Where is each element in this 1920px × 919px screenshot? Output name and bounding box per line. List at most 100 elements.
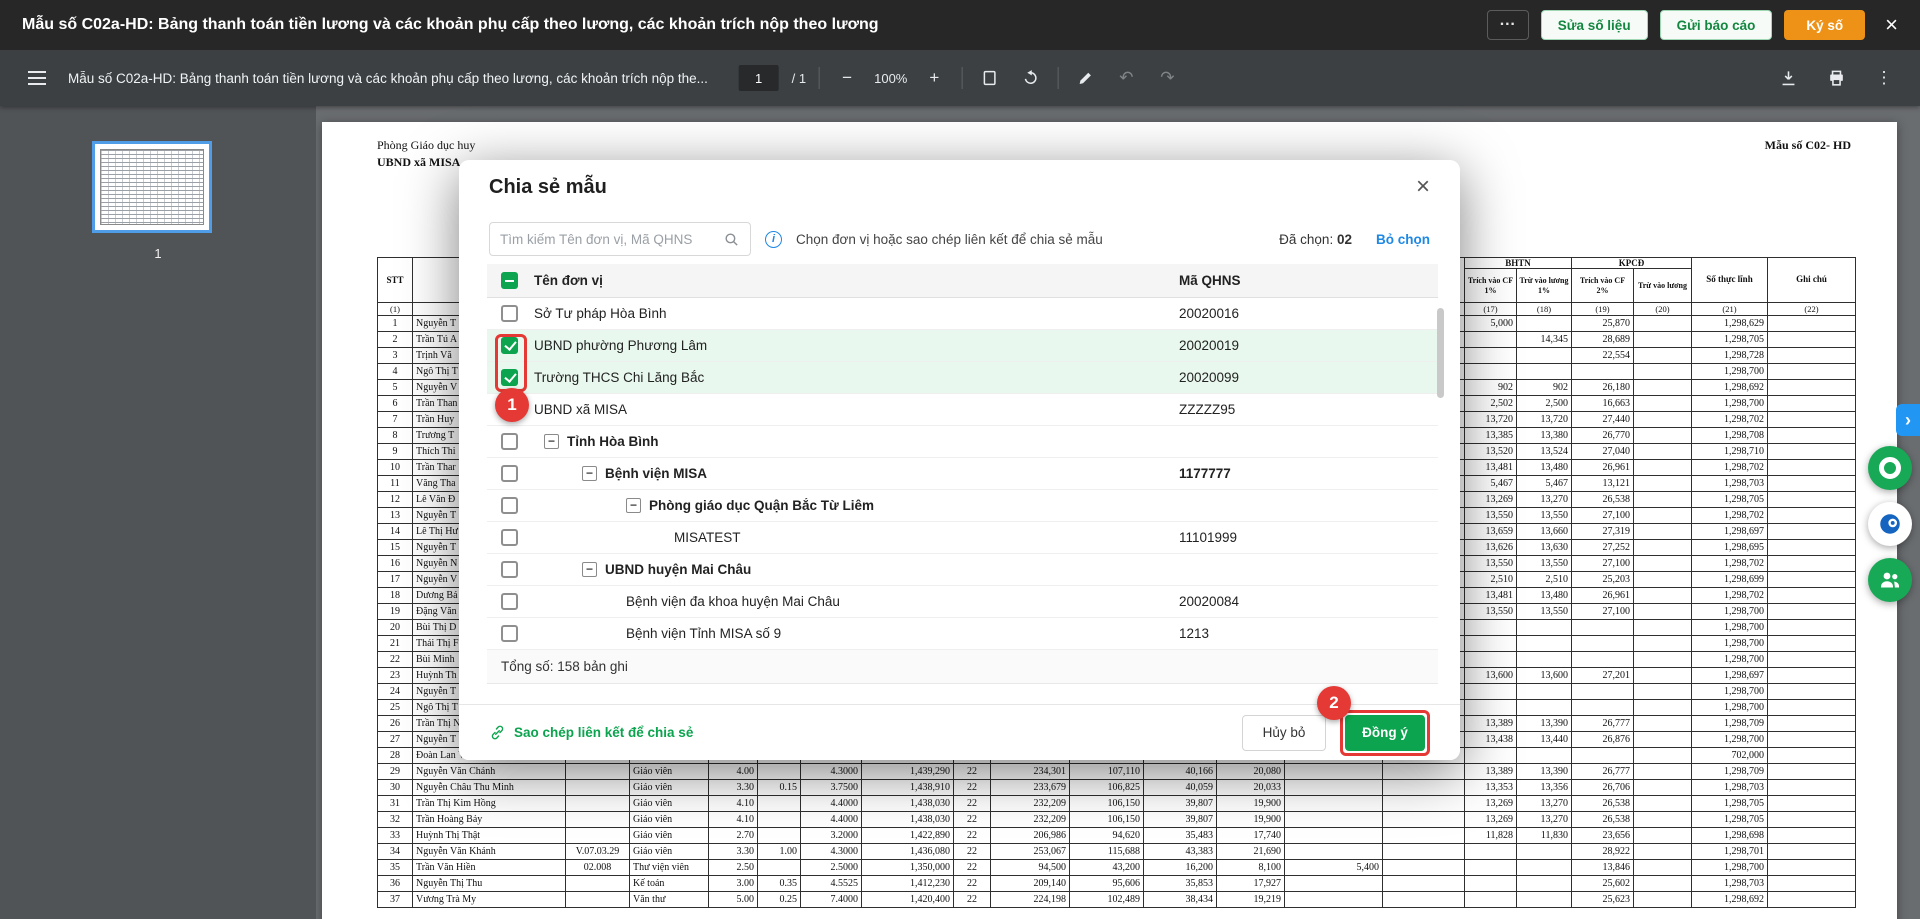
send-report-button[interactable]: Gửi báo cáo <box>1660 10 1773 40</box>
doc-cell: 27,440 <box>1572 412 1634 428</box>
more-options-button[interactable]: ··· <box>1487 10 1529 40</box>
doc-cell: Huỳnh Thị Thật <box>413 828 566 844</box>
checkbox-unchecked[interactable] <box>501 305 518 322</box>
download-icon <box>1779 69 1798 88</box>
digital-sign-button[interactable]: Ký số <box>1784 10 1865 40</box>
doc-cell <box>1768 716 1856 732</box>
doc-cell: 37 <box>378 892 413 908</box>
unit-row[interactable]: Bệnh viện Tỉnh MISA số 91213 <box>487 618 1438 650</box>
panel-toggle-tab[interactable]: › <box>1896 404 1920 436</box>
doc-cell <box>758 812 801 828</box>
checkbox-unchecked[interactable] <box>501 497 518 514</box>
unit-code: 20020016 <box>1179 306 1424 321</box>
checkbox-checked[interactable] <box>501 337 518 354</box>
print-button[interactable] <box>1822 64 1850 92</box>
collapse-toggle-icon[interactable]: − <box>544 434 559 449</box>
annotate-button[interactable] <box>1071 64 1099 92</box>
doc-cell: 35,483 <box>1144 828 1217 844</box>
doc-cell: Trần Thị Kim Hồng <box>413 796 566 812</box>
doc-cell: 902 <box>1465 380 1517 396</box>
undo-button[interactable]: ↶ <box>1112 64 1140 92</box>
doc-cell: 13 <box>378 508 413 524</box>
doc-cell: 902 <box>1517 380 1572 396</box>
doc-cell <box>1634 860 1692 876</box>
collapse-toggle-icon[interactable]: − <box>582 466 597 481</box>
close-icon[interactable]: × <box>1885 14 1898 36</box>
checkbox-unchecked[interactable] <box>501 529 518 546</box>
doc-cell <box>1634 828 1692 844</box>
search-input[interactable] <box>500 232 723 247</box>
unit-name: −Phòng giáo dục Quận Bắc Từ Liêm <box>534 498 1179 513</box>
document-org-line2: UBND xã MISA <box>377 155 460 170</box>
chat-widget-button[interactable] <box>1868 502 1912 546</box>
copy-share-link[interactable]: Sao chép liên kết để chia sẻ <box>489 724 693 741</box>
checkbox-unchecked[interactable] <box>501 433 518 450</box>
share-template-modal: Chia sẻ mẫu × i Chọn đơn vị hoặc sao ché… <box>459 160 1460 760</box>
menu-icon[interactable] <box>22 63 52 93</box>
checkbox-checked[interactable] <box>501 369 518 386</box>
copy-share-link-label: Sao chép liên kết để chia sẻ <box>514 725 693 740</box>
checkbox-unchecked[interactable] <box>501 561 518 578</box>
deselect-link[interactable]: Bỏ chọn <box>1376 232 1430 247</box>
doc-cell <box>1285 828 1383 844</box>
doc-cell <box>1465 636 1517 652</box>
doc-cell: Vương Trà My <box>413 892 566 908</box>
checkbox-unchecked[interactable] <box>501 593 518 610</box>
doc-cell: 2.50 <box>709 860 758 876</box>
doc-cell <box>1517 700 1572 716</box>
doc-cell: 26,538 <box>1572 796 1634 812</box>
collapse-toggle-icon[interactable]: − <box>626 498 641 513</box>
page-number-input[interactable]: 1 <box>739 65 779 91</box>
doc-cell <box>1634 636 1692 652</box>
doc-cell <box>1634 620 1692 636</box>
confirm-button[interactable]: Đồng ý <box>1345 715 1425 751</box>
unit-row[interactable]: −Bệnh viện MISA1177777 <box>487 458 1438 490</box>
redo-button[interactable]: ↷ <box>1153 64 1181 92</box>
select-all-checkbox[interactable] <box>501 272 518 289</box>
doc-cell: 13,385 <box>1465 428 1517 444</box>
doc-table-row: 33Huỳnh Thị ThậtGiáo viên2.703.20001,422… <box>378 828 1856 844</box>
more-menu-button[interactable]: ⋮ <box>1870 64 1898 92</box>
unit-row[interactable]: UBND xã MISAZZZZZ95 <box>487 394 1438 426</box>
unit-row[interactable]: −Phòng giáo dục Quận Bắc Từ Liêm <box>487 490 1438 522</box>
support-widget-button[interactable] <box>1868 446 1912 490</box>
unit-row[interactable]: −UBND huyện Mai Châu <box>487 554 1438 586</box>
unit-row[interactable]: UBND phường Phương Lâm20020019 <box>487 330 1438 362</box>
doc-cell <box>1383 844 1465 860</box>
fit-page-button[interactable] <box>975 64 1003 92</box>
doc-cell <box>1465 844 1517 860</box>
doc-cell: 23 <box>378 668 413 684</box>
doc-cell <box>1465 684 1517 700</box>
zoom-out-button[interactable]: − <box>833 64 861 92</box>
doc-cell: 0.25 <box>758 892 801 908</box>
cancel-button[interactable]: Hủy bỏ <box>1242 715 1326 751</box>
doc-cell: 2,502 <box>1465 396 1517 412</box>
unit-row[interactable]: Sở Tư pháp Hòa Bình20020016 <box>487 298 1438 330</box>
modal-header: Chia sẻ mẫu × <box>459 160 1460 214</box>
doc-cell <box>1285 876 1383 892</box>
collapse-toggle-icon[interactable]: − <box>582 562 597 577</box>
scrollbar-thumb[interactable] <box>1437 308 1444 398</box>
doc-cell: 106,150 <box>1070 812 1144 828</box>
doc-cell: 13,269 <box>1465 812 1517 828</box>
doc-table-row: 29Nguyễn Văn ChánhGiáo viên4.004.30001,4… <box>378 764 1856 780</box>
unit-row[interactable]: Bệnh viện đa khoa huyện Mai Châu20020084 <box>487 586 1438 618</box>
unit-row[interactable]: −Tỉnh Hòa Bình <box>487 426 1438 458</box>
community-widget-button[interactable] <box>1868 558 1912 602</box>
checkbox-unchecked[interactable] <box>501 465 518 482</box>
doc-cell <box>1634 444 1692 460</box>
unit-row[interactable]: MISATEST11101999 <box>487 522 1438 554</box>
page-thumbnail[interactable] <box>92 141 212 233</box>
download-button[interactable] <box>1774 64 1802 92</box>
doc-cell: 25,203 <box>1572 572 1634 588</box>
rotate-button[interactable] <box>1016 64 1044 92</box>
doc-cell: 115,688 <box>1070 844 1144 860</box>
checkbox-unchecked[interactable] <box>501 625 518 642</box>
unit-row[interactable]: Trường THCS Chi Lăng Bắc20020099 <box>487 362 1438 394</box>
search-icon[interactable] <box>723 231 740 248</box>
edit-data-button[interactable]: Sửa số liệu <box>1541 10 1648 40</box>
close-icon[interactable]: × <box>1416 175 1430 199</box>
zoom-in-button[interactable]: + <box>920 64 948 92</box>
doc-cell: 234,301 <box>991 764 1070 780</box>
doc-cell <box>1768 476 1856 492</box>
